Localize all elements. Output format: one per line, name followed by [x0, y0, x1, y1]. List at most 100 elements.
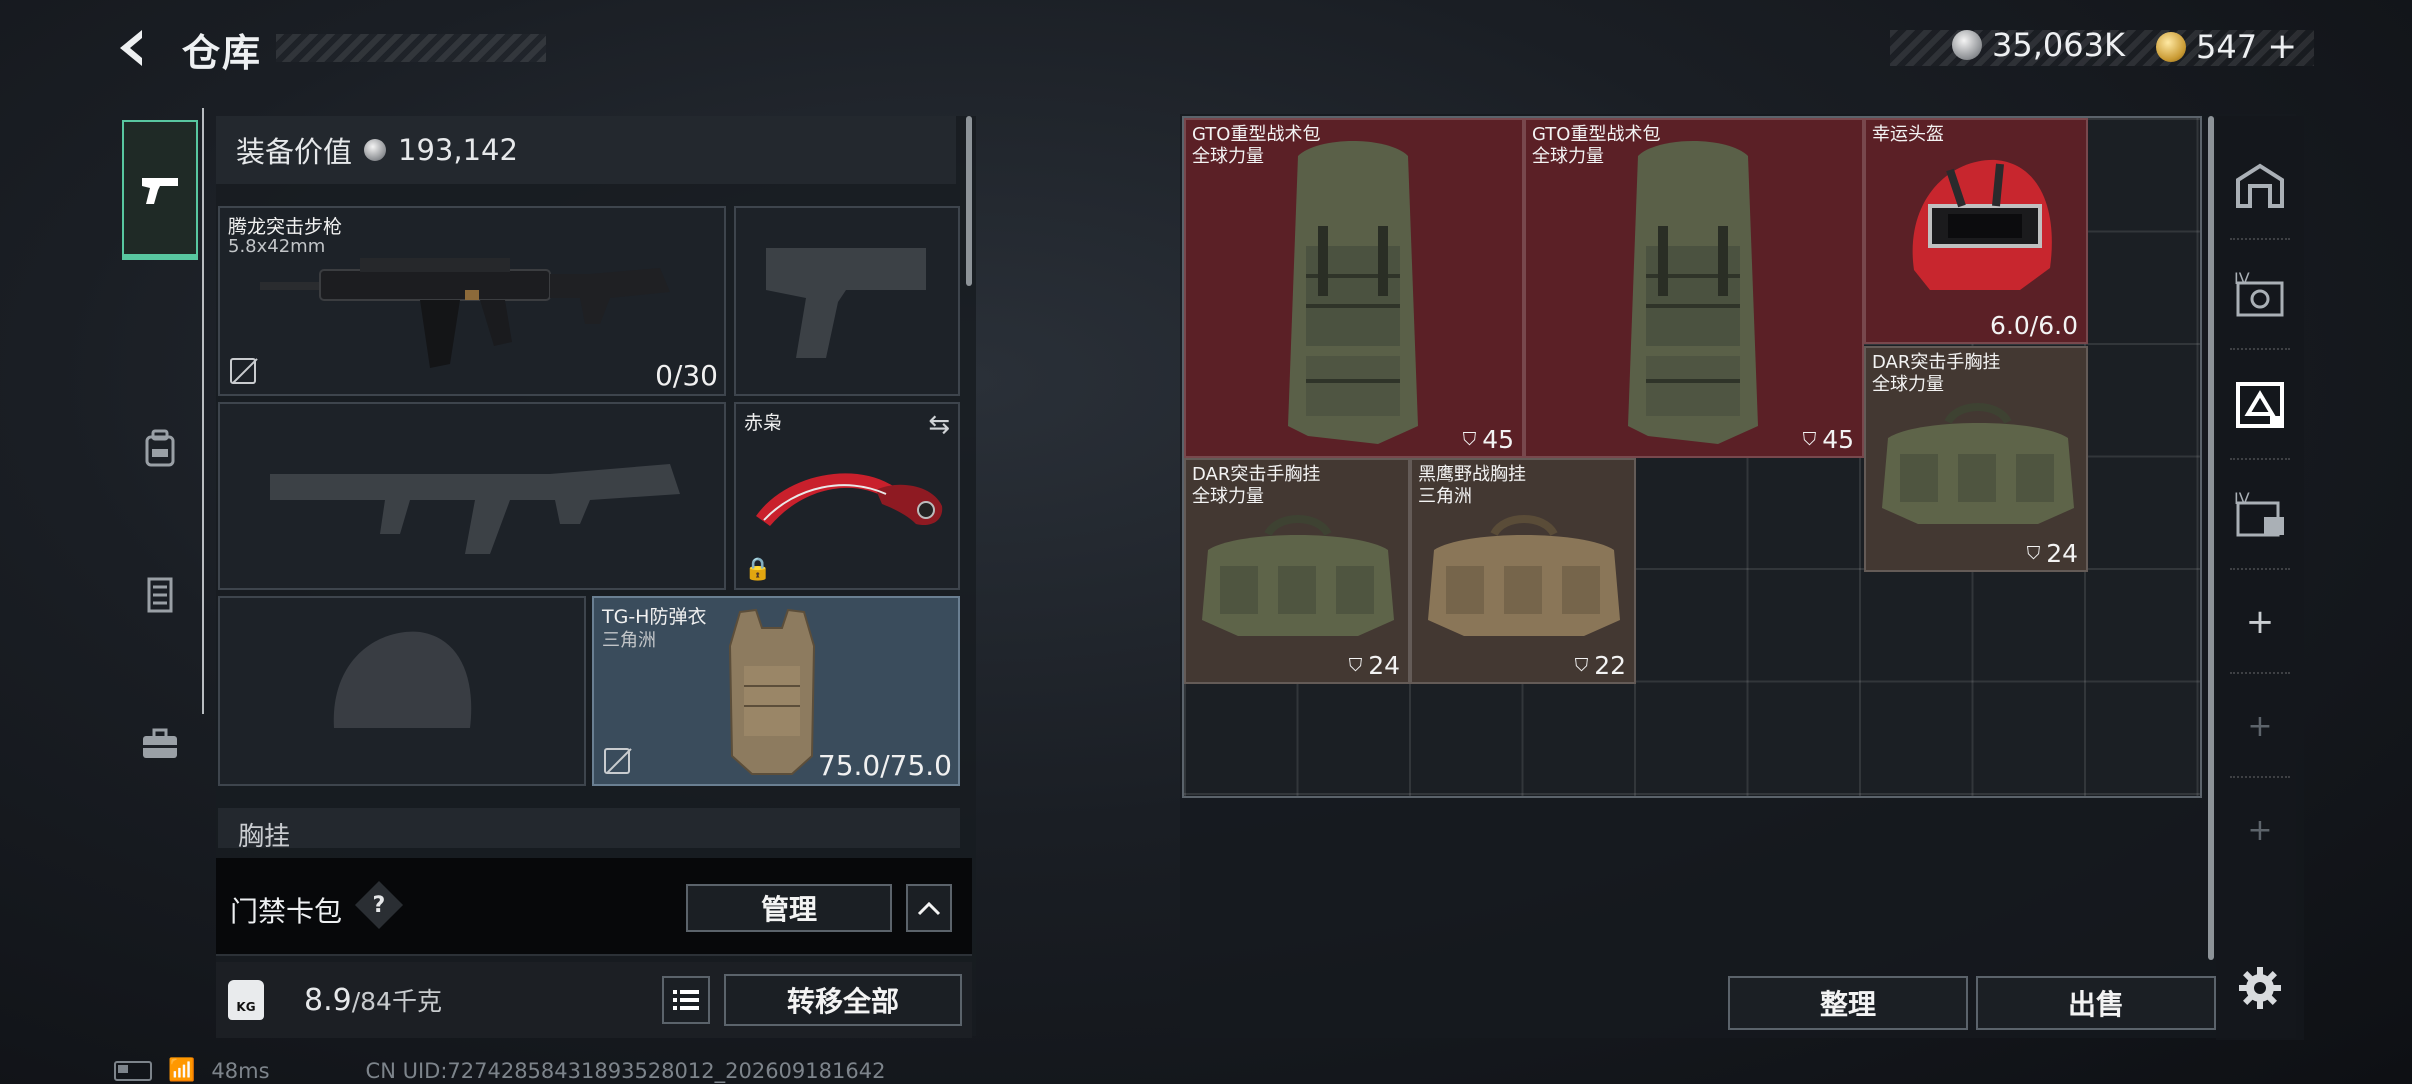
tab-backpack[interactable] — [124, 398, 196, 498]
item-count: ⛉ 24 — [2027, 539, 2078, 568]
stash-item[interactable]: GTO重型战术包 全球力量 ⛉ 45 — [1524, 118, 1864, 458]
armor-slot[interactable]: TG-H防弹衣 三角洲 75.0/75.0 — [592, 596, 960, 786]
add-stash-button[interactable]: + — [2220, 684, 2300, 768]
stash-item[interactable]: 黑鹰野战胸挂 三角洲 ⛉ 22 — [1410, 458, 1636, 684]
tab-stash-iv-2[interactable]: IV — [2220, 470, 2300, 560]
lock-icon: 🔒 — [744, 557, 772, 582]
swap-icon[interactable]: ⇆ — [928, 410, 950, 440]
item-name: 黑鹰野战胸挂 — [1418, 464, 1526, 485]
equipment-tab-column — [112, 108, 204, 758]
item-source: 全球力量 — [1532, 146, 1604, 167]
tier-label: IV — [2234, 269, 2250, 288]
stash-item[interactable]: DAR突击手胸挂 全球力量 ⛉ 24 — [1184, 458, 1410, 684]
weight-readout: 8.9/84千克 — [304, 982, 442, 1018]
item-count-value: 22 — [1594, 651, 1626, 680]
backpack-capacity-icon: ⛉ — [1802, 429, 1817, 450]
melee-slot[interactable]: 赤枭 ⇆ 🔒 — [734, 402, 960, 590]
list-view-button[interactable] — [662, 976, 710, 1024]
toolbox-icon — [143, 728, 177, 758]
rig-capacity-icon: ⛉ — [1348, 655, 1363, 676]
tab-separator — [2230, 458, 2290, 460]
gold-currency[interactable]: 547 + — [2156, 26, 2297, 67]
collapse-button[interactable] — [906, 884, 952, 932]
no-insure-icon — [230, 358, 258, 384]
ping-value: 48ms — [211, 1058, 270, 1083]
weapon-ammo: 0/30 — [655, 359, 718, 392]
weight-icon: KG — [228, 980, 264, 1020]
list-icon — [673, 990, 699, 1010]
item-source: 三角洲 — [1418, 486, 1472, 507]
item-name: DAR突击手胸挂 — [1192, 464, 1321, 485]
item-source: 全球力量 — [1872, 374, 1944, 395]
rig-capacity-icon: ⛉ — [2026, 543, 2041, 564]
armor-durability: 75.0/75.0 — [817, 749, 952, 782]
karambit-knife-image — [756, 473, 943, 526]
keycard-label: 门禁卡包 — [230, 895, 343, 928]
equip-value-label: 装备价值 — [236, 135, 353, 169]
transfer-all-button[interactable]: 转移全部 — [724, 974, 962, 1026]
gold-amount: 547 — [2196, 27, 2258, 66]
item-count-value: 24 — [1368, 651, 1400, 680]
tab-stash-home[interactable] — [2220, 140, 2300, 230]
item-count: ⛉ 45 — [1803, 425, 1854, 454]
add-stash-button[interactable]: + — [2220, 788, 2300, 872]
assault-rifle-image — [260, 258, 670, 368]
item-durability: 6.0/6.0 — [1990, 311, 2078, 340]
body-armor-image — [728, 608, 816, 775]
item-count-value: 45 — [1822, 425, 1854, 454]
item-count-value: 45 — [1482, 425, 1514, 454]
tab-separator — [2230, 672, 2290, 674]
item-name: 幸运头盔 — [1872, 124, 1944, 145]
stash-item[interactable]: 幸运头盔 6.0/6.0 — [1864, 118, 2088, 344]
tactical-backpack-image — [1288, 141, 1418, 444]
tier-label: IV — [2234, 489, 2250, 508]
status-footer: 📶 48ms CN UID:72742858431893528012_20260… — [114, 1058, 885, 1083]
manage-button[interactable]: 管理 — [686, 884, 892, 932]
wifi-icon: 📶 — [168, 1058, 196, 1083]
back-arrow-icon[interactable] — [112, 26, 156, 70]
stash-tab-column: IV IV + + + — [2216, 116, 2304, 1040]
stash-item[interactable]: GTO重型战术包 全球力量 ⛉ 45 — [1184, 118, 1524, 458]
tab-weapons[interactable] — [122, 120, 198, 260]
item-source: 全球力量 — [1192, 146, 1264, 167]
item-source: 全球力量 — [1192, 486, 1264, 507]
tactical-backpack-image — [1628, 141, 1758, 444]
equip-value-amount: 193,142 — [398, 133, 518, 167]
sort-button[interactable]: 整理 — [1728, 976, 1968, 1030]
pistol-icon — [142, 178, 178, 204]
settings-button[interactable] — [2220, 946, 2300, 1030]
tab-toolbox[interactable] — [124, 694, 196, 794]
chest-section-label: 胸挂 — [238, 822, 291, 848]
secondary-weapon-slot[interactable] — [218, 402, 726, 590]
backpack-capacity-icon: ⛉ — [1462, 429, 1477, 450]
melee-name: 赤枭 — [744, 412, 783, 434]
keycard-bar: 门禁卡包 ? 管理 — [216, 858, 972, 956]
pistol-slot[interactable] — [734, 206, 960, 396]
sell-button[interactable]: 出售 — [1976, 976, 2216, 1030]
loadout-scrollbar[interactable] — [966, 116, 972, 286]
helmet-slot[interactable] — [218, 596, 586, 786]
primary-weapon-slot[interactable]: 腾龙突击步枪 5.8x42mm 0/30 — [218, 206, 726, 396]
tab-chest-rig[interactable] — [124, 544, 196, 644]
tab-stash-iv-1[interactable]: IV — [2220, 250, 2300, 340]
tab-separator — [2230, 568, 2290, 570]
item-count: ⛉ 22 — [1575, 651, 1626, 680]
chest-rig-icon — [147, 577, 173, 613]
tab-separator — [2230, 238, 2290, 240]
keycard-help-icon[interactable]: ? — [354, 880, 404, 930]
add-stash-button[interactable]: + — [2220, 580, 2300, 664]
weight-max: /84千克 — [351, 987, 442, 1016]
stash-scrollbar[interactable] — [2208, 116, 2214, 960]
chest-rig-image — [1202, 515, 1394, 636]
gear-icon — [2239, 967, 2281, 1009]
item-count-value: 24 — [2046, 539, 2078, 568]
rig-capacity-icon: ⛉ — [1574, 655, 1589, 676]
chest-rig-image — [1882, 403, 2074, 524]
stash-item[interactable]: DAR突击手胸挂 全球力量 ⛉ 24 — [1864, 346, 2088, 572]
chevron-up-icon — [917, 901, 941, 916]
add-currency-icon[interactable]: + — [2267, 26, 2297, 67]
equip-value-row: 装备价值 193,142 — [216, 116, 956, 184]
lucky-helmet-image — [1912, 159, 2052, 290]
tab-stash-active[interactable] — [2220, 360, 2300, 450]
warehouse-icon — [2236, 163, 2284, 208]
